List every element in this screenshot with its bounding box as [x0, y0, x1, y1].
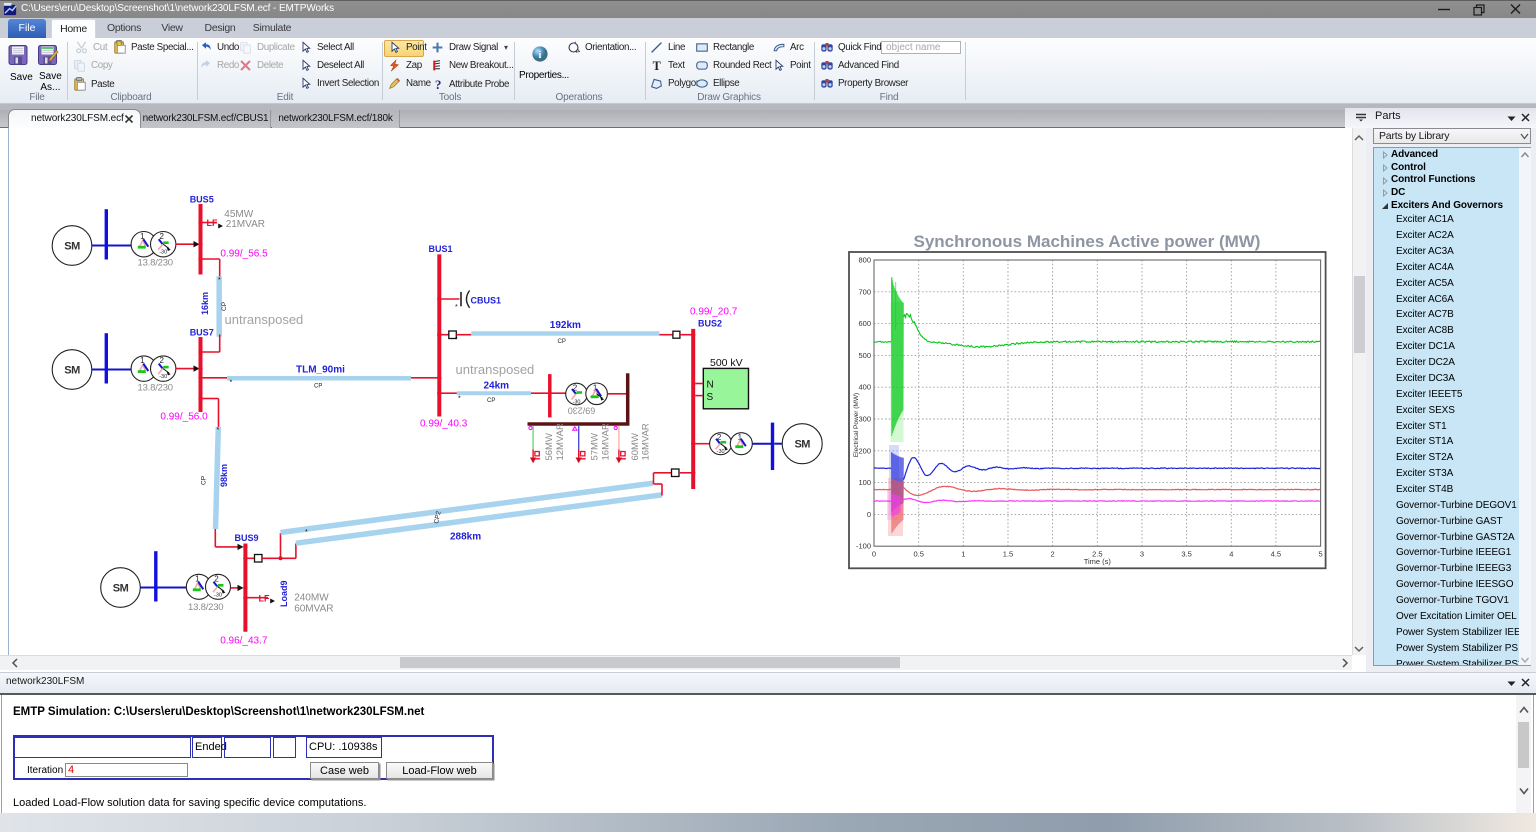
- svg-text:192km: 192km: [550, 320, 581, 331]
- svg-text:700: 700: [858, 287, 871, 296]
- svg-text:0: 0: [867, 510, 871, 519]
- svg-text:2: 2: [1051, 550, 1055, 559]
- svg-text:Synchronous Machines Active po: Synchronous Machines Active power (MW): [914, 232, 1261, 251]
- svg-text:13.8/230: 13.8/230: [188, 602, 223, 613]
- svg-text:300: 300: [858, 415, 871, 424]
- svg-text:S: S: [707, 392, 714, 403]
- svg-text:-30: -30: [159, 374, 167, 380]
- svg-text:0.99/_40.3: 0.99/_40.3: [420, 419, 468, 430]
- svg-text:CP: CP: [487, 398, 495, 404]
- svg-text:60MW: 60MW: [630, 433, 641, 460]
- svg-text:TLM_90mi: TLM_90mi: [296, 365, 345, 376]
- svg-text:*: *: [458, 396, 461, 403]
- svg-text:BUS7: BUS7: [190, 328, 214, 338]
- svg-text:0.96/_43.7: 0.96/_43.7: [220, 636, 268, 647]
- svg-text:16MVAR: 16MVAR: [641, 423, 652, 460]
- svg-text:-30: -30: [717, 449, 725, 455]
- svg-text:3: 3: [1140, 550, 1144, 559]
- svg-text:*: *: [455, 337, 458, 344]
- svg-text:LF: LF: [259, 594, 270, 604]
- svg-text:500: 500: [858, 351, 871, 360]
- svg-text:3.5: 3.5: [1181, 550, 1191, 559]
- svg-text:Load9: Load9: [279, 580, 289, 607]
- svg-text:21MVAR: 21MVAR: [226, 219, 265, 230]
- svg-text:16km: 16km: [200, 292, 210, 315]
- svg-text:200: 200: [858, 446, 871, 455]
- svg-text:500 kV: 500 kV: [710, 357, 743, 369]
- svg-text:*: *: [218, 277, 221, 284]
- svg-text:Time (s): Time (s): [1084, 557, 1112, 566]
- svg-text:CP: CP: [314, 384, 322, 390]
- svg-text:T: T: [653, 59, 661, 72]
- svg-text:*: *: [217, 427, 220, 434]
- svg-text:Electrical Power (MW): Electrical Power (MW): [853, 393, 860, 457]
- svg-text:4: 4: [1229, 550, 1233, 559]
- svg-text:57MW: 57MW: [590, 433, 601, 460]
- svg-text:CP: CP: [558, 339, 566, 345]
- svg-text:13.8/230: 13.8/230: [138, 383, 173, 394]
- svg-text:0: 0: [872, 550, 876, 559]
- svg-text:?: ?: [434, 77, 440, 91]
- svg-text:24km: 24km: [484, 381, 510, 392]
- svg-text:*: *: [455, 304, 458, 311]
- svg-text:i: i: [539, 50, 542, 61]
- svg-text:56MW: 56MW: [544, 433, 555, 460]
- svg-text:4.5: 4.5: [1271, 550, 1281, 559]
- svg-text:-30: -30: [159, 250, 167, 256]
- svg-text:13.8/230: 13.8/230: [138, 258, 173, 269]
- svg-text:*: *: [230, 380, 233, 387]
- svg-text:BUS1: BUS1: [429, 244, 453, 254]
- svg-text:2: 2: [159, 232, 164, 241]
- svg-text:69/230: 69/230: [568, 406, 596, 416]
- svg-text:SM: SM: [64, 241, 80, 253]
- svg-text:1.5: 1.5: [1003, 550, 1013, 559]
- svg-text:12MVAR: 12MVAR: [555, 423, 566, 460]
- svg-text:0.99/_20.7: 0.99/_20.7: [690, 307, 738, 318]
- svg-text:SM: SM: [794, 439, 810, 451]
- svg-text:BUS5: BUS5: [190, 195, 214, 205]
- svg-text:240MW: 240MW: [294, 593, 329, 604]
- svg-text:400: 400: [858, 383, 871, 392]
- svg-text:288km: 288km: [450, 532, 481, 543]
- svg-text:SM: SM: [113, 583, 129, 595]
- svg-text:CBUS1: CBUS1: [471, 296, 502, 306]
- svg-text:BUS9: BUS9: [235, 533, 259, 543]
- svg-text:BUS2: BUS2: [698, 319, 722, 329]
- svg-text:1: 1: [961, 550, 965, 559]
- svg-text:2: 2: [159, 356, 164, 365]
- svg-text:-30: -30: [573, 400, 581, 406]
- svg-text:100: 100: [858, 478, 871, 487]
- svg-text:-100: -100: [856, 542, 871, 551]
- svg-text:*: *: [305, 529, 308, 536]
- svg-text:-30: -30: [214, 592, 222, 598]
- svg-text:800: 800: [858, 256, 871, 265]
- svg-text:0.99/_56.5: 0.99/_56.5: [220, 249, 268, 260]
- svg-text:600: 600: [858, 319, 871, 328]
- svg-text:untransposed: untransposed: [225, 312, 304, 327]
- svg-text:0.99/_56.0: 0.99/_56.0: [160, 412, 208, 423]
- svg-text:16MVAR: 16MVAR: [601, 423, 612, 460]
- svg-text:SM: SM: [64, 365, 80, 377]
- svg-text:98km: 98km: [219, 464, 229, 487]
- svg-text:CP: CP: [201, 476, 208, 485]
- svg-text:5: 5: [1319, 550, 1323, 559]
- svg-text:CP: CP: [221, 302, 228, 311]
- svg-text:0.5: 0.5: [913, 550, 923, 559]
- svg-text:untransposed: untransposed: [456, 362, 535, 377]
- svg-text:N: N: [707, 380, 714, 391]
- svg-text:LF: LF: [207, 218, 218, 228]
- svg-text:60MVAR: 60MVAR: [294, 604, 333, 615]
